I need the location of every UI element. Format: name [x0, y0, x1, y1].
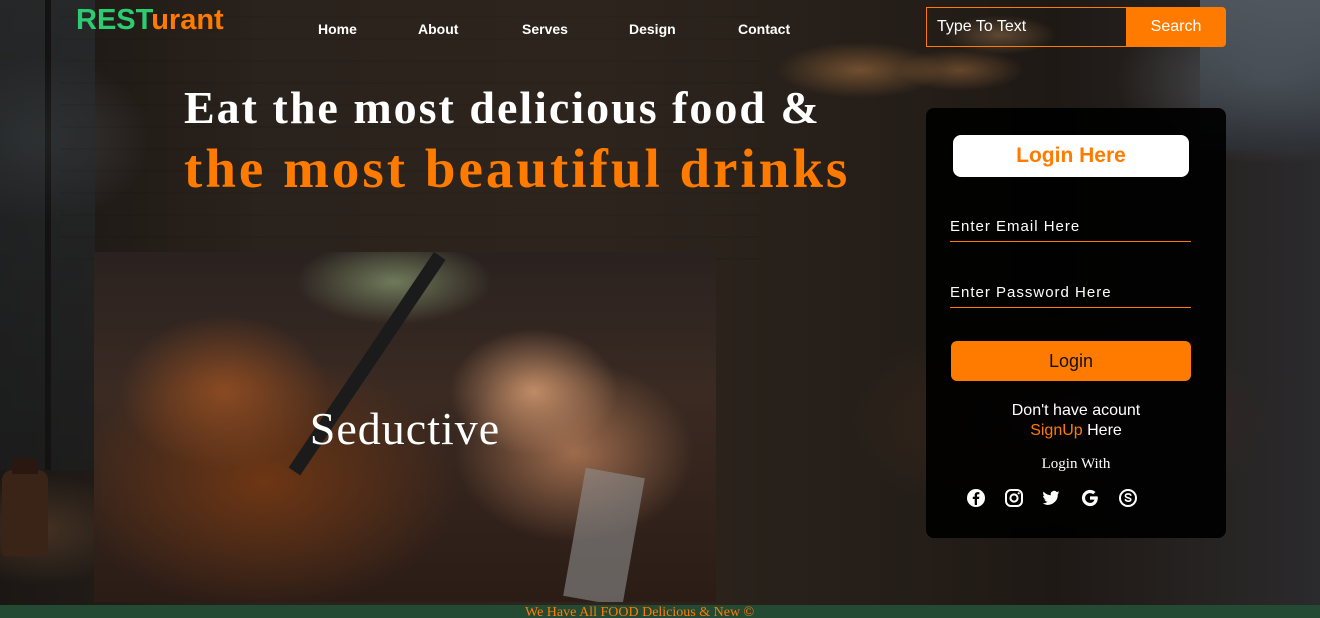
nav-design[interactable]: Design	[629, 21, 676, 37]
main-nav: Home About Serves Design Contact	[0, 21, 900, 41]
nav-contact[interactable]: Contact	[738, 21, 790, 37]
video-caption: Seductive	[309, 403, 501, 454]
search-button[interactable]: Search	[1126, 7, 1226, 47]
instagram-icon[interactable]	[1004, 488, 1024, 508]
signup-prompt: Don't have acount SignUp Here	[926, 401, 1226, 441]
email-field[interactable]	[950, 212, 1191, 242]
facebook-icon[interactable]	[966, 488, 986, 508]
nav-serves[interactable]: Serves	[522, 21, 568, 37]
footer-bar: We Have All FOOD Delicious & New ©	[0, 605, 1320, 618]
signup-line: SignUp Here	[926, 421, 1226, 441]
login-title: Login Here	[953, 135, 1189, 177]
hero-headline: Eat the most delicious food & the most b…	[184, 80, 904, 202]
google-icon[interactable]	[1080, 488, 1100, 508]
footer-text: We Have All FOOD Delicious & New ©	[525, 605, 755, 618]
login-panel: Login Here Login Don't have acount SignU…	[926, 108, 1226, 538]
search-input[interactable]	[926, 7, 1127, 47]
login-with-label: Login With	[1041, 456, 1111, 472]
twitter-icon[interactable]	[1041, 488, 1061, 508]
signup-link[interactable]: SignUp	[1030, 422, 1082, 439]
hero-line-1: Eat the most delicious food &	[184, 82, 821, 133]
video-tray-shape	[563, 467, 645, 602]
hero-line-2: the most beautiful drinks	[184, 138, 851, 199]
password-field[interactable]	[950, 278, 1191, 308]
login-button[interactable]: Login	[951, 341, 1191, 381]
nav-home[interactable]: Home	[318, 21, 357, 37]
hero-video[interactable]: Seductive	[94, 252, 716, 602]
skype-icon[interactable]	[1118, 488, 1138, 508]
social-login-icons	[964, 488, 1164, 510]
signup-suffix: Here	[1082, 422, 1122, 439]
no-account-text: Don't have acount	[1011, 402, 1141, 419]
background-pepper-shaker	[2, 458, 48, 556]
nav-about[interactable]: About	[418, 21, 458, 37]
